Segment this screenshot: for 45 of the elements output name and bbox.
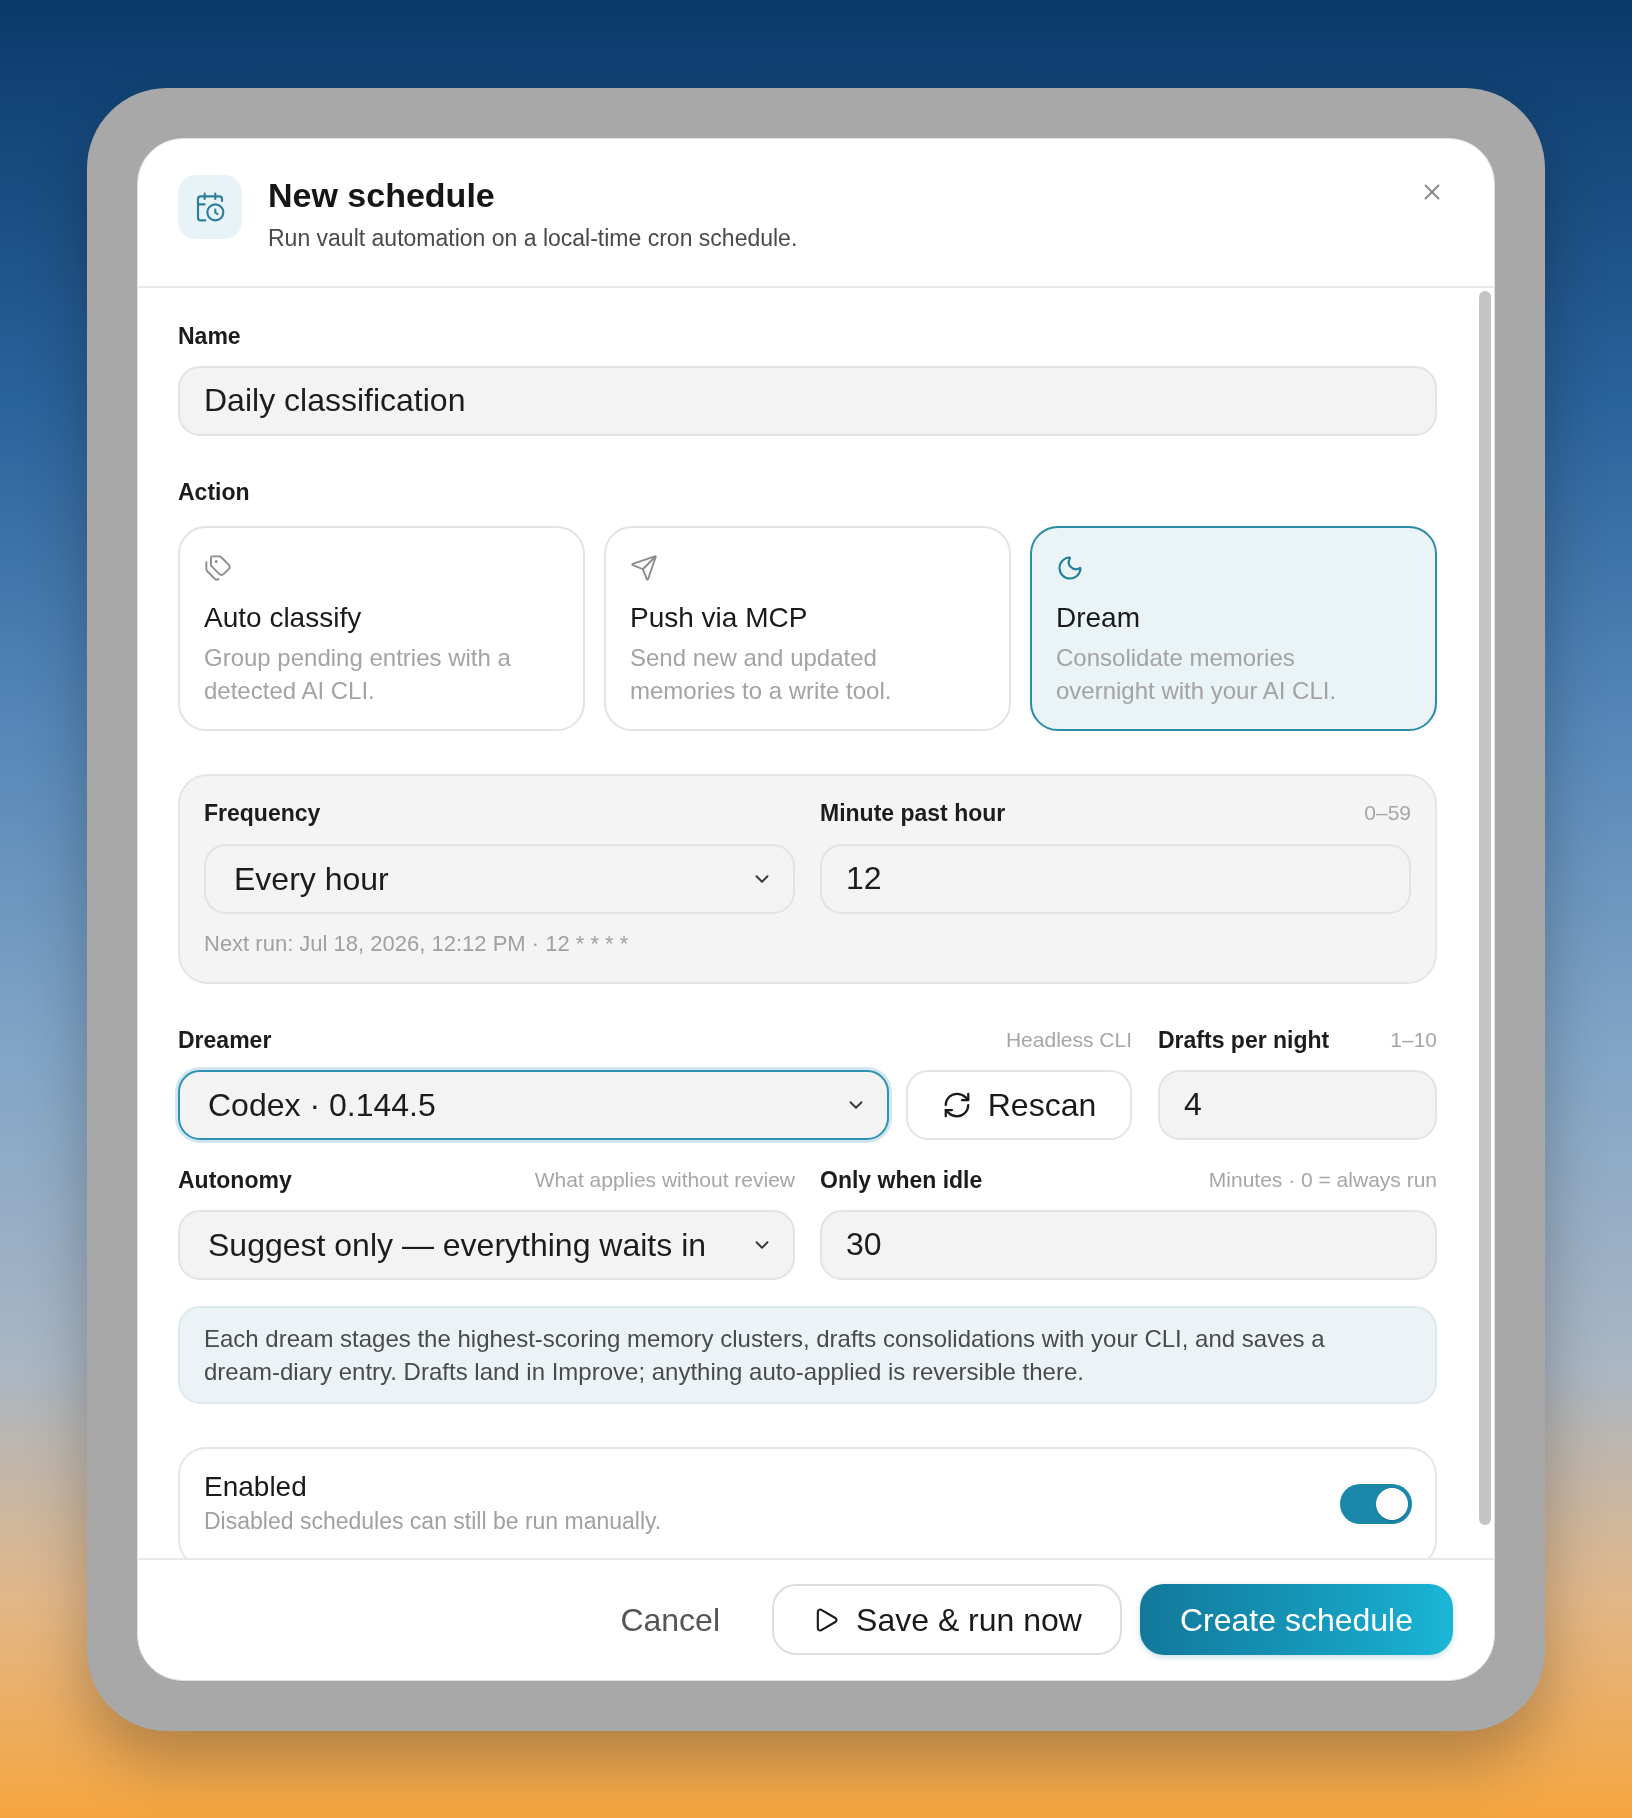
create-schedule-button[interactable]: Create schedule (1140, 1584, 1453, 1655)
minute-input[interactable]: 12 (820, 843, 1411, 914)
paper-plane-icon (630, 553, 658, 582)
dreamer-hint: Headless CLI (1005, 1026, 1132, 1053)
drafts-input[interactable]: 4 (1158, 1069, 1437, 1140)
autonomy-label: Autonomy (178, 1165, 292, 1194)
action-title: Auto classify (204, 600, 362, 635)
enabled-label: Enabled (204, 1469, 308, 1504)
autonomy-hint: What applies without review (534, 1166, 795, 1193)
action-description: Consolidate memories overnight with your AI CLI. (1056, 642, 1338, 706)
idle-label: Only when idle (820, 1165, 983, 1194)
save-and-run-button[interactable]: Save & run now (772, 1584, 1122, 1655)
dreamer-select[interactable]: Codex · 0.144.5 (178, 1069, 889, 1140)
info-note: Each dream stages the highest-scoring memory clusters, drafts consolidations with your CLI, and saves a dream-diary entry. Drafts land in Improve; anything auto-applied is reversible there. (178, 1305, 1437, 1404)
cancel-button[interactable]: Cancel (586, 1584, 754, 1655)
action-option-card[interactable]: Push via MCP Send new and updated memories to a write tool. (604, 525, 1011, 731)
action-description: Group pending entries with a detected AI CLI. (204, 642, 512, 706)
dialog-title: New schedule (268, 174, 496, 215)
name-label: Name (178, 321, 241, 350)
action-title: Push via MCP (630, 600, 808, 635)
frequency-select[interactable]: Every hour (204, 843, 795, 914)
calendar-clock-icon (178, 174, 242, 239)
action-description: Send new and updated memories to a write tool. (630, 642, 893, 706)
action-title: Dream (1056, 600, 1140, 635)
minute-hint: 0–59 (1364, 799, 1411, 826)
idle-minutes-input[interactable]: 30 (820, 1209, 1437, 1280)
enabled-description: Disabled schedules can still be run manually. (204, 1506, 662, 1536)
rescan-button[interactable]: Rescan (906, 1069, 1132, 1140)
action-label: Action (178, 477, 250, 506)
scrollbar-thumb[interactable] (1479, 290, 1491, 1525)
action-option-card[interactable]: Auto classify Group pending entries with a detected AI CLI. (178, 525, 585, 731)
enabled-switch[interactable] (1340, 1483, 1412, 1524)
dialog-subtitle: Run vault automation on a local-time cron schedule. (268, 223, 798, 253)
next-run-text: Next run: Jul 18, 2026, 12:12 PM · 12 * * * * (204, 930, 629, 956)
tags-icon (204, 553, 232, 582)
autonomy-select[interactable]: Suggest only — everything waits in (178, 1209, 795, 1280)
drafts-hint: 1–10 (1390, 1026, 1437, 1053)
dreamer-label: Dreamer (178, 1025, 272, 1054)
moon-icon (1056, 553, 1084, 582)
action-option-card[interactable]: Dream Consolidate memories overnight with your AI CLI. (1030, 525, 1437, 731)
frequency-label: Frequency (204, 798, 321, 827)
minute-label: Minute past hour (820, 798, 1006, 827)
drafts-label: Drafts per night (1158, 1025, 1330, 1054)
idle-hint: Minutes · 0 = always run (1208, 1166, 1437, 1193)
name-input[interactable]: Daily classification (178, 365, 1437, 436)
